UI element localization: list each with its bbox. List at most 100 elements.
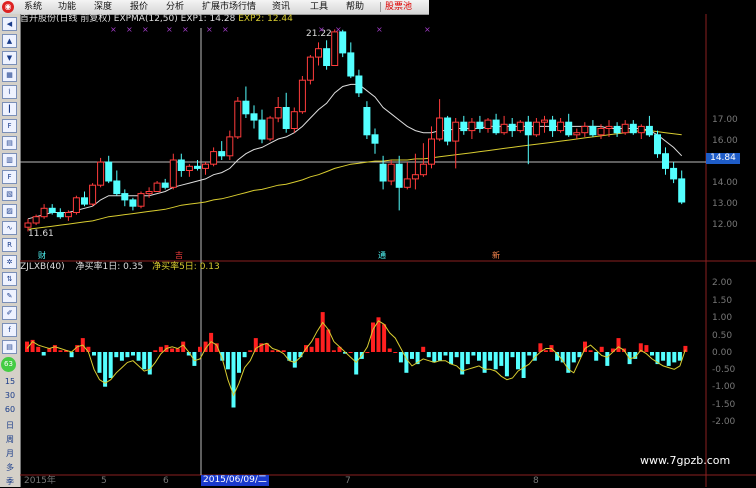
period-15[interactable]: 15: [0, 375, 20, 388]
candle-down: [444, 117, 452, 142]
period-60[interactable]: 60: [0, 403, 20, 416]
menu-help[interactable]: 帮助: [346, 1, 364, 13]
kline-icon[interactable]: ┃: [2, 102, 17, 116]
net-buy-bar-negative: [499, 352, 504, 366]
crosshair-date-tag: 2015/06/09/二: [201, 475, 269, 486]
net-buy-bar-negative: [92, 352, 96, 356]
doc-icon[interactable]: ▤: [2, 340, 17, 354]
menu-function[interactable]: 功能: [58, 1, 76, 13]
net-buy-bar-negative: [292, 352, 297, 368]
candle-up: [468, 121, 476, 132]
price-tick: 17.00: [712, 115, 738, 125]
fund-icon[interactable]: F: [2, 170, 17, 184]
indicator-tick: 0.50: [712, 331, 732, 341]
menu-extended-market[interactable]: 扩展市场行情: [202, 1, 256, 13]
period-season[interactable]: 季: [0, 475, 20, 488]
candle-down: [589, 125, 597, 136]
net-buy-bar-positive: [543, 350, 548, 352]
flag-marker-icon: ×: [206, 25, 213, 34]
period-multi[interactable]: 多: [0, 461, 20, 474]
candle-up: [153, 182, 161, 193]
net-buy-bar-negative: [114, 352, 119, 358]
net-buy-bar-negative: [147, 352, 152, 375]
indicator-tick: 0.00: [712, 348, 732, 358]
menu-tools[interactable]: 工具: [310, 1, 328, 13]
period-day[interactable]: 日: [0, 419, 20, 432]
arrow-up-icon[interactable]: ▲: [2, 34, 17, 48]
grid-icon[interactable]: ▦: [2, 68, 17, 82]
candle-up: [234, 100, 242, 138]
net-buy-bar-positive: [198, 346, 202, 352]
net-buy-bar-negative: [488, 352, 493, 361]
period-month[interactable]: 月: [0, 447, 20, 460]
net-buy-bar-positive: [599, 346, 604, 352]
net-buy-bar-negative: [242, 352, 247, 358]
pencil-icon[interactable]: ✎: [2, 289, 17, 303]
chart-area[interactable]: 17.00 16.00 15.00 14.00 13.00 12.00 2.00…: [20, 14, 756, 487]
menu-news[interactable]: 资讯: [272, 1, 290, 13]
candle-down: [218, 151, 226, 157]
net-buy-bar-negative: [465, 352, 470, 365]
menu-analysis[interactable]: 分析: [166, 1, 184, 13]
arrow-down-icon[interactable]: ▼: [2, 51, 17, 65]
net-buy-bar-positive: [365, 352, 370, 353]
net-buy-bar-negative: [677, 352, 682, 361]
current-price-tag: 14.84: [706, 153, 740, 164]
net-buy-bar-negative: [661, 352, 666, 361]
net-buy-bar-positive: [382, 324, 387, 352]
net-buy-bar-negative: [449, 352, 454, 365]
menu-depth[interactable]: 深度: [94, 1, 112, 13]
period-30[interactable]: 30: [0, 389, 20, 402]
line-chart-icon[interactable]: ⌇: [2, 85, 17, 99]
price-tick: 16.00: [712, 136, 738, 146]
app-logo-icon[interactable]: ◉: [2, 1, 14, 13]
back-icon[interactable]: ◀: [2, 17, 17, 31]
price-tick: 14.00: [712, 178, 738, 188]
flag-marker-icon: ×: [166, 25, 173, 34]
candle-up: [597, 128, 605, 136]
net-buy-bar-positive: [281, 350, 286, 352]
menu-quote[interactable]: 报价: [130, 1, 148, 13]
flag-marker-icon: ×: [318, 25, 325, 34]
draw-icon[interactable]: ✐: [2, 306, 17, 320]
candle-up: [581, 125, 589, 134]
exp2-line: [27, 130, 682, 230]
candle-down: [250, 113, 258, 121]
table-icon[interactable]: ▥: [2, 153, 17, 167]
exp1-value: 14.28: [209, 14, 236, 24]
net-buy-bar-negative: [142, 352, 147, 370]
net-buy-bar-positive: [153, 350, 158, 352]
chart-canvas[interactable]: 17.00 16.00 15.00 14.00 13.00 12.00 2.00…: [20, 14, 756, 487]
net-buy-bar-positive: [248, 350, 253, 352]
menu-stock-pool[interactable]: 股票池: [385, 1, 412, 13]
chart-icon[interactable]: ▨: [2, 204, 17, 218]
candle-up: [436, 117, 444, 140]
bar-icon[interactable]: ▤: [2, 136, 17, 150]
period-week[interactable]: 周: [0, 433, 20, 446]
candle-down: [113, 180, 121, 195]
flag-label: 财: [38, 250, 46, 260]
flag-marker-icon: ×: [126, 25, 133, 34]
formula-icon[interactable]: f: [2, 323, 17, 337]
f10-icon[interactable]: F: [2, 119, 17, 133]
rsi-icon[interactable]: R: [2, 238, 17, 252]
candle-down: [613, 125, 621, 134]
flag-marker-icon: ×: [376, 25, 383, 34]
wave-icon[interactable]: ∿: [2, 221, 17, 235]
net-buy-bar-negative: [672, 352, 677, 363]
report-icon[interactable]: ▧: [2, 187, 17, 201]
sort-icon[interactable]: ⇅: [2, 272, 17, 286]
net-buy-bar-negative: [410, 352, 414, 359]
gear-icon[interactable]: ✲: [2, 255, 17, 269]
candle-up: [72, 197, 80, 214]
zjlxb-name: ZJLXB(40): [20, 262, 65, 272]
left-toolbar: ◀ ▲ ▼ ▦ ⌇ ┃ F ▤ ▥ F ▧ ▨ ∿ R ✲ ⇅ ✎ ✐ f ▤ …: [0, 14, 21, 487]
flag-marker-icon: ×: [142, 25, 149, 34]
indicator-tick: 1.00: [712, 313, 732, 323]
flag-label: 新: [492, 250, 500, 260]
candle-down: [282, 107, 290, 129]
cycle-badge[interactable]: 63: [1, 357, 16, 372]
indicator-tick: -1.00: [712, 382, 736, 392]
net-buy-bar-positive: [158, 346, 163, 352]
menu-system[interactable]: 系统: [24, 1, 42, 13]
